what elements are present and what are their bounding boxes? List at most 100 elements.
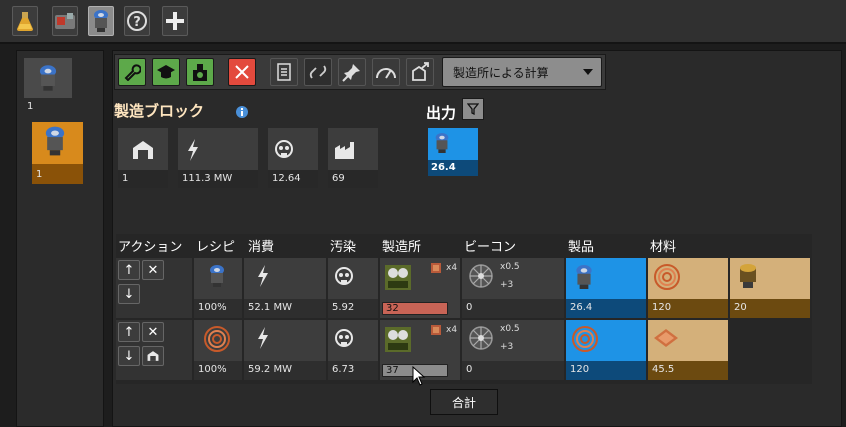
beacon-icon [469, 326, 493, 350]
assembling-machine-icon [385, 327, 411, 352]
building-icon [147, 351, 159, 361]
product-cell[interactable]: 26.4 [566, 258, 646, 318]
electric-mining-drill-icon [210, 265, 224, 287]
machine-cell[interactable]: x4 32 [380, 258, 460, 318]
product-value: 26.4 [566, 299, 646, 318]
info-icon[interactable] [236, 106, 248, 118]
pollution-cell: 5.92 [328, 258, 378, 318]
row-actions: ↑ ✕ ↓ [116, 320, 192, 380]
document-icon [277, 63, 291, 81]
col-header-recipe: レシピ [196, 240, 236, 255]
move-down-button[interactable]: ↓ [118, 284, 140, 304]
export-icon [412, 62, 429, 81]
lightning-icon [258, 265, 268, 287]
electric-mining-drill-icon [94, 10, 108, 32]
output-title: 出力 [426, 104, 457, 122]
link-button[interactable] [304, 58, 332, 86]
product-cell[interactable]: 120 [566, 320, 646, 380]
remove-row-button[interactable]: ✕ [142, 322, 164, 342]
beacon-multiplier: x0.5 [500, 324, 520, 334]
material-cell[interactable]: 20 [730, 258, 810, 318]
wrench-icon [124, 64, 141, 81]
pollution-value: 5.92 [328, 299, 378, 318]
row-actions: ↑ ✕ ↓ [116, 258, 192, 318]
building-button[interactable] [142, 346, 164, 366]
module-icon [431, 325, 441, 335]
pollution-cell: 6.73 [328, 320, 378, 380]
stat-factory-value: 69 [328, 170, 378, 188]
flask-tab-button[interactable] [12, 6, 38, 36]
output-product[interactable]: 26.4 [428, 128, 478, 176]
help-icon: ? [127, 11, 147, 31]
energy-value: 59.2 MW [244, 361, 326, 380]
svg-text:?: ? [133, 15, 141, 30]
energy-cell: 59.2 MW [244, 320, 326, 380]
delete-block-button[interactable] [228, 58, 256, 86]
beacon-count: 0 [462, 299, 564, 318]
machine-count-bar[interactable]: 32 [382, 302, 448, 315]
material-cell[interactable]: 45.5 [648, 320, 728, 380]
recipe-percent: 100% [194, 299, 242, 318]
lightning-icon [188, 139, 198, 161]
gear-motor-icon [740, 264, 756, 288]
output-filter-button[interactable] [462, 98, 484, 120]
module-count: x4 [446, 263, 458, 273]
remove-row-button[interactable]: ✕ [142, 260, 164, 280]
pin-icon [342, 64, 360, 82]
energy-cell: 52.1 MW [244, 258, 326, 318]
module-count: x4 [446, 325, 458, 335]
block-item-1[interactable] [24, 58, 72, 98]
recipe-cell[interactable]: 100% [194, 258, 242, 318]
speed-button[interactable] [372, 58, 400, 86]
col-header-pollution: 汚染 [330, 240, 357, 255]
col-header-energy: 消費 [248, 240, 275, 255]
col-header-machine: 製造所 [382, 240, 422, 255]
stat-energy: 111.3 MW [178, 128, 258, 188]
machine-tab-button[interactable] [52, 6, 78, 36]
help-button[interactable]: ? [124, 6, 150, 36]
calc-mode-dropdown[interactable]: 製造所による計算 [442, 57, 602, 87]
move-up-button[interactable]: ↑ [118, 322, 140, 342]
stat-pollution: 12.64 [268, 128, 318, 188]
stat-buildings: 1 [118, 128, 168, 188]
pollution-value: 6.73 [328, 361, 378, 380]
mouse-cursor-icon [412, 366, 426, 386]
beacon-cell[interactable]: x0.5 +3 0 [462, 320, 564, 380]
pin-button[interactable] [338, 58, 366, 86]
calc-mode-label: 製造所による計算 [453, 65, 549, 80]
add-button[interactable] [162, 6, 188, 36]
speedometer-icon [376, 68, 396, 79]
table-row: ↑ ✕ ↓ 100% 52.1 MW 5.92 x4 32 x0.5 +3 0 … [116, 258, 811, 318]
assembling-machine-icon [385, 265, 411, 290]
plus-icon [166, 12, 184, 30]
copper-cable-icon [572, 326, 598, 352]
pollution-icon [335, 329, 353, 347]
info-button[interactable] [270, 58, 298, 86]
factory-icon [335, 142, 354, 159]
col-header-product: 製品 [568, 240, 595, 255]
beacon-bonus: +3 [500, 342, 514, 352]
settings-button[interactable] [118, 58, 146, 86]
move-down-button[interactable]: ↓ [118, 346, 140, 366]
col-header-material: 材料 [650, 240, 677, 255]
output-value: 26.4 [428, 160, 478, 176]
block-item-2[interactable]: 1 [32, 122, 83, 184]
flask-icon [17, 12, 33, 31]
beacon-count: 0 [462, 361, 564, 380]
nuclear-button[interactable] [186, 58, 214, 86]
move-up-button[interactable]: ↑ [118, 260, 140, 280]
col-header-beacon: ビーコン [464, 240, 517, 255]
material-cell[interactable]: 120 [648, 258, 728, 318]
recipe-cell[interactable]: 100% [194, 320, 242, 380]
education-button[interactable] [152, 58, 180, 86]
block-title: 製造ブロック [114, 102, 205, 120]
beacon-cell[interactable]: x0.5 +3 0 [462, 258, 564, 318]
stat-energy-value: 111.3 MW [178, 170, 258, 188]
export-button[interactable] [406, 58, 434, 86]
tooltip: 合計 [430, 389, 498, 415]
table-row: ↑ ✕ ↓ 100% 59.2 MW 6.73 x4 37 x0.5 +3 0 … [116, 320, 811, 380]
electric-mining-drill-icon [435, 133, 449, 153]
electric-mining-drill-icon [576, 265, 592, 289]
drill-tab-button[interactable] [88, 6, 114, 36]
link-icon [309, 65, 327, 79]
